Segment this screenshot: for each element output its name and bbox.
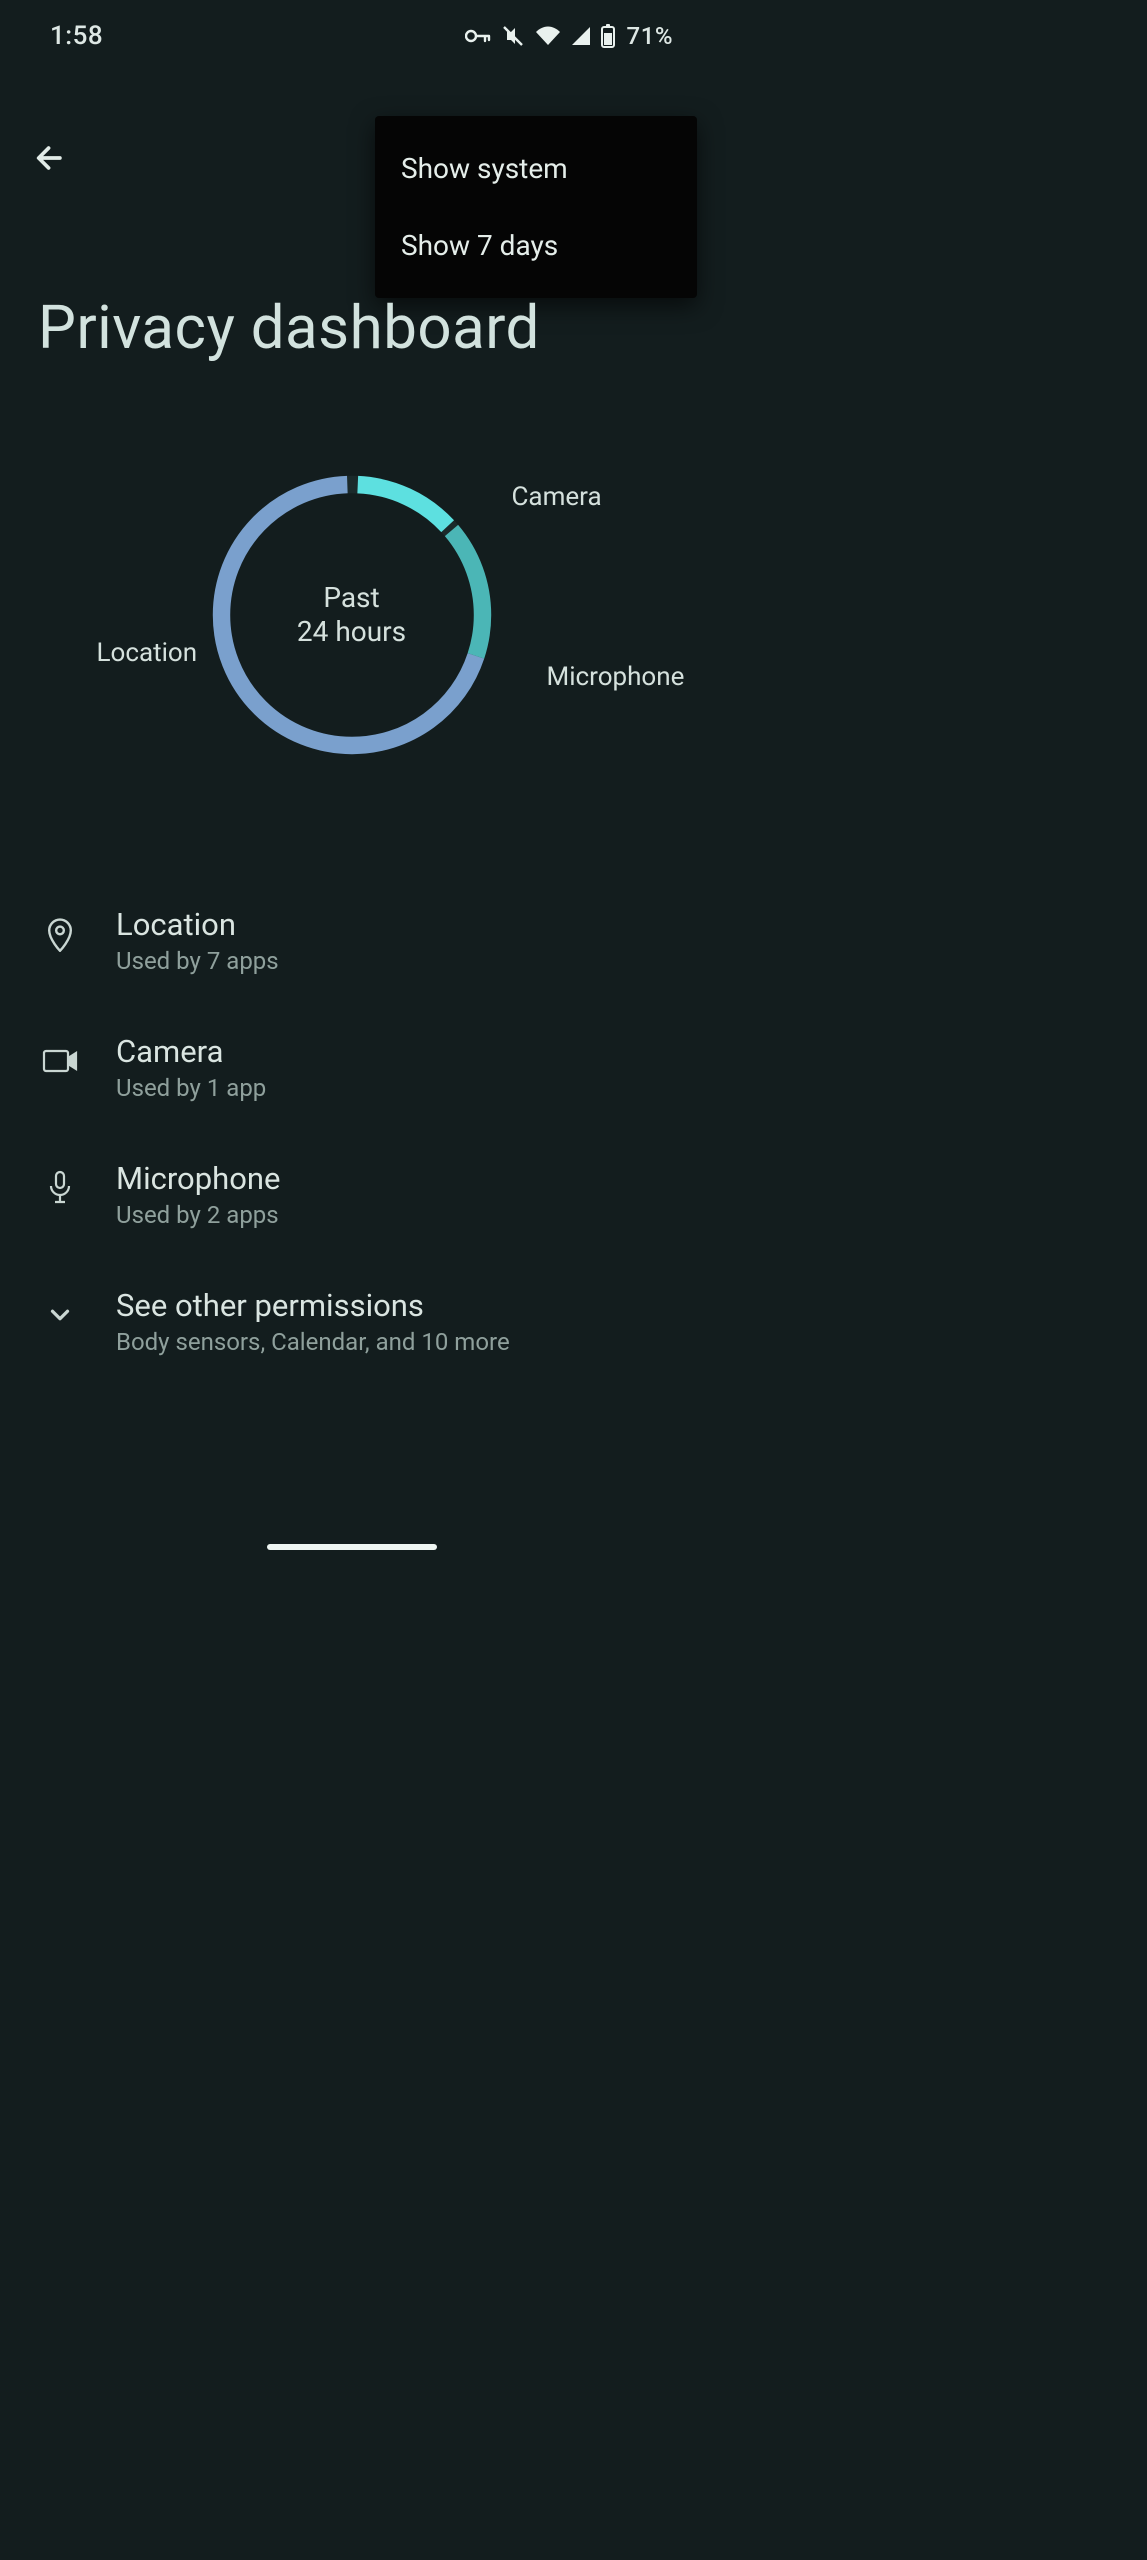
row-title: Camera	[116, 1033, 266, 1070]
permission-list: Location Used by 7 apps Camera Used by 1…	[0, 888, 703, 1396]
chart-label-camera: Camera	[512, 482, 602, 512]
chart-label-microphone: Microphone	[547, 662, 685, 692]
page-title: Privacy dashboard	[38, 292, 540, 363]
status-time: 1:58	[50, 21, 103, 51]
row-title: Location	[116, 906, 279, 943]
status-icons: 71%	[465, 22, 673, 50]
row-subtitle: Body sensors, Calendar, and 10 more	[116, 1328, 510, 1356]
vpn-key-icon	[465, 28, 491, 44]
menu-item-show-system[interactable]: Show system	[375, 130, 697, 207]
row-other-permissions[interactable]: See other permissions Body sensors, Cale…	[0, 1269, 703, 1396]
back-button[interactable]	[30, 140, 70, 180]
status-bar: 1:58 71%	[0, 0, 703, 72]
mute-icon	[501, 24, 525, 48]
battery-percent: 71%	[627, 22, 673, 50]
navigation-pill[interactable]	[267, 1544, 437, 1550]
arrow-back-icon	[33, 141, 67, 179]
menu-item-show-7-days[interactable]: Show 7 days	[375, 207, 697, 284]
row-microphone[interactable]: Microphone Used by 2 apps	[0, 1142, 703, 1269]
location-icon	[38, 912, 82, 956]
camera-icon	[38, 1039, 82, 1083]
row-subtitle: Used by 7 apps	[116, 947, 279, 975]
chart-label-location: Location	[97, 638, 198, 668]
signal-icon	[571, 26, 591, 46]
row-camera[interactable]: Camera Used by 1 app	[0, 1015, 703, 1142]
row-subtitle: Used by 1 app	[116, 1074, 266, 1102]
row-subtitle: Used by 2 apps	[116, 1201, 280, 1229]
donut-center-text: Past 24 hours	[207, 470, 497, 760]
row-location[interactable]: Location Used by 7 apps	[0, 888, 703, 1015]
row-title: Microphone	[116, 1160, 280, 1197]
overflow-menu: Show system Show 7 days	[375, 116, 697, 298]
usage-donut-chart: Past 24 hours Camera Microphone Location	[0, 470, 703, 760]
battery-icon	[601, 24, 615, 48]
row-title: See other permissions	[116, 1287, 510, 1324]
wifi-icon	[535, 26, 561, 46]
chevron-down-icon	[38, 1293, 82, 1337]
microphone-icon	[38, 1166, 82, 1210]
